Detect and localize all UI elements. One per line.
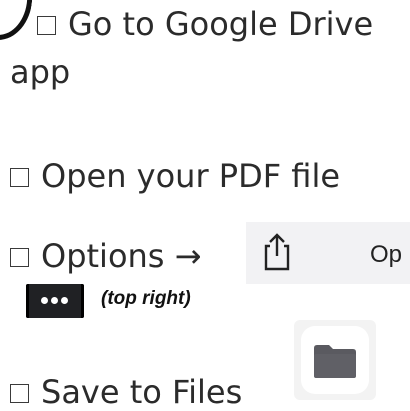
share-option-label: Op — [370, 241, 403, 268]
decorative-arc — [0, 0, 38, 44]
folder-icon — [314, 345, 356, 378]
share-icon — [264, 233, 290, 271]
step-text: Go to Google Drive — [68, 5, 374, 43]
share-sheet-snippet: Op — [246, 222, 410, 284]
files-app-icon[interactable] — [294, 320, 376, 400]
checkbox[interactable] — [10, 384, 29, 403]
step-go-to-drive: Go to Google Drive — [37, 8, 373, 40]
step-text: Save to Files — [41, 373, 243, 411]
step-open-pdf: Open your PDF file — [10, 160, 340, 192]
step-text: Options → — [41, 237, 202, 275]
checkbox[interactable] — [10, 168, 29, 187]
checkbox[interactable] — [37, 16, 56, 35]
more-horizontal-icon — [41, 297, 48, 304]
step-text: Open your PDF file — [41, 157, 341, 195]
top-right-note: (top right) — [101, 288, 191, 309]
step-options: Options → — [10, 240, 201, 272]
step-go-to-drive-continued: app — [10, 53, 71, 91]
step-save-to-files: Save to Files — [10, 376, 242, 408]
more-options-button[interactable] — [26, 284, 84, 318]
checkbox[interactable] — [10, 248, 29, 267]
